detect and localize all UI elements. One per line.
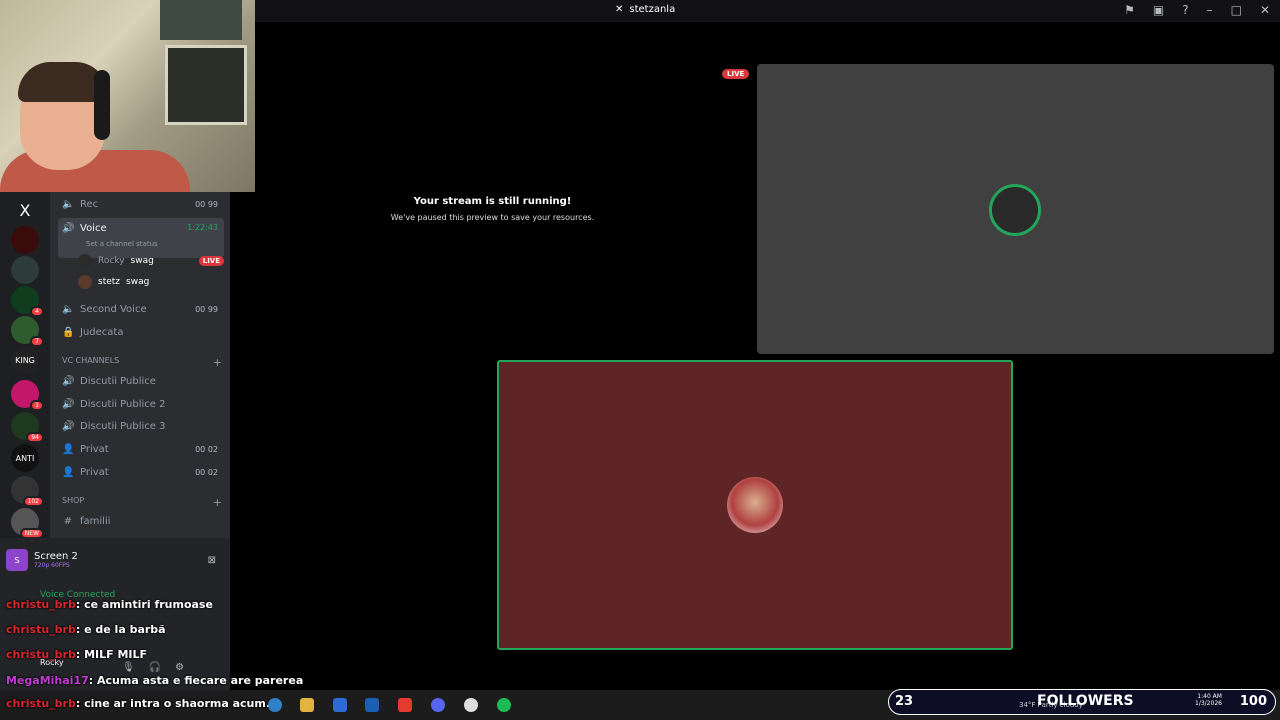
speaker-icon: 🔈: [62, 303, 75, 315]
voice-active-icon: 🔊: [62, 223, 75, 234]
spotify-icon[interactable]: [497, 698, 511, 712]
wall-picture: [165, 45, 247, 125]
server-icon[interactable]: NEW: [11, 508, 44, 539]
channel-discutii-publice-3[interactable]: 🔊 Discutii Publice 3: [58, 416, 224, 436]
channel-label: Voice: [80, 223, 107, 234]
server-rail: X 4 7 KING 1 94 ANTI 102 NEW: [0, 192, 50, 539]
participant-tile[interactable]: [757, 64, 1274, 354]
server-icon[interactable]: X: [11, 196, 39, 224]
avatar: [727, 477, 783, 533]
headphones-icon[interactable]: 🎧: [149, 662, 161, 673]
avatar: [989, 184, 1041, 236]
system-clock[interactable]: 1:40 AM 1/3/2026: [1195, 693, 1222, 707]
chat-message: christu_brb: MILF MILF: [6, 648, 148, 661]
category-shop[interactable]: SHOP +: [62, 496, 222, 509]
user-count: 00 99: [195, 199, 218, 209]
webcam-overlay: [0, 0, 255, 192]
channel-label: Rec: [80, 198, 99, 210]
followers-goal-bar: 23 34°F Partly cloudy FOLLOWERS 1:40 AM …: [888, 689, 1276, 715]
add-channel-icon[interactable]: +: [213, 496, 222, 509]
server-icon[interactable]: KING: [11, 346, 39, 374]
channel-discutii-publice[interactable]: 🔊 Discutii Publice: [58, 371, 224, 391]
server-icon[interactable]: [11, 226, 39, 254]
chat-message: christu_brb: e de la barbă: [6, 623, 166, 636]
user-panel: S Screen 2 720p 60FPS ⊠ Voice Connected …: [0, 538, 230, 690]
chat-message: christu_brb: cine ar intra o shaorma acu…: [6, 697, 279, 710]
server-icon[interactable]: 102: [11, 476, 44, 507]
chat-message: christu_brb: ce amintiri frumoase: [6, 598, 213, 611]
chat-message: MegaMihai17: Acuma asta e fiecare are pa…: [6, 674, 304, 687]
user-icon: 👤: [62, 443, 75, 455]
add-channel-icon[interactable]: +: [213, 356, 222, 369]
speaker-icon: 🔊: [62, 375, 75, 387]
channel-judecata[interactable]: 🔒 Judecata: [58, 322, 224, 342]
obs-icon[interactable]: [464, 698, 478, 712]
app-logo-icon: ✕: [615, 4, 624, 15]
server-icon[interactable]: [11, 256, 39, 284]
hash-icon: #: [63, 515, 73, 527]
lock-icon: 🔒: [62, 326, 75, 338]
wall-poster: [160, 0, 242, 40]
inbox-icon[interactable]: ▣: [1153, 3, 1164, 17]
voice-timer: 1:22:43: [187, 223, 218, 232]
help-icon[interactable]: ?: [1182, 3, 1188, 17]
stop-share-icon[interactable]: ⊠: [208, 555, 216, 566]
avatar: [78, 275, 92, 289]
live-badge: LIVE: [722, 69, 750, 79]
avatar: [78, 254, 92, 268]
category-vc-channels[interactable]: VC CHANNELS +: [62, 356, 222, 369]
minimize-button[interactable]: –: [1207, 3, 1213, 17]
paused-subtitle: We've paused this preview to save your r…: [390, 213, 595, 222]
followers-label: FOLLOWERS: [1037, 693, 1134, 709]
server-icon[interactable]: 1: [11, 380, 44, 411]
title-bar: ✕ stetzanla ⚑ ▣ ? – □ ✕: [255, 0, 1280, 22]
speaker-icon: 🔊: [62, 420, 75, 432]
server-icon[interactable]: ANTI: [11, 444, 39, 472]
live-badge: LIVE: [198, 256, 224, 266]
voice-user[interactable]: Rocky swag LIVE: [78, 252, 224, 270]
store-icon[interactable]: [333, 698, 347, 712]
screen-share-card[interactable]: S Screen 2 720p 60FPS ⊠: [6, 546, 216, 574]
server-icon[interactable]: 94: [11, 412, 44, 443]
voice-user[interactable]: stetz swag: [78, 273, 224, 291]
channel-privat[interactable]: 👤 Privat 00 02: [58, 439, 224, 459]
paused-title: Your stream is still running!: [413, 196, 572, 207]
channel-list: 🔈 Rec 00 99 🔊 Voice 1:22:43 Set a channe…: [50, 192, 230, 538]
channel-privat[interactable]: 👤 Privat 00 02: [58, 462, 224, 482]
edge-icon[interactable]: [268, 698, 282, 712]
channel-second-voice[interactable]: 🔈 Second Voice 00 99: [58, 299, 224, 319]
user-icon: 👤: [62, 466, 75, 478]
window-title: ✕ stetzanla: [615, 4, 676, 15]
speaker-icon: 🔈: [62, 198, 75, 210]
brave-icon[interactable]: [398, 698, 412, 712]
headphones: [94, 70, 110, 140]
server-icon[interactable]: 7: [11, 316, 44, 347]
speaker-icon: 🔊: [62, 398, 75, 410]
outlook-icon[interactable]: [365, 698, 379, 712]
server-icon[interactable]: 4: [11, 286, 44, 317]
screen-icon: S: [6, 549, 28, 571]
discord-icon[interactable]: [431, 698, 445, 712]
channel-familii[interactable]: # familii: [58, 511, 224, 531]
folder-icon[interactable]: [300, 698, 314, 712]
followers-current: 23: [895, 694, 914, 709]
channel-discutii-publice-2[interactable]: 🔊 Discutii Publice 2: [58, 394, 224, 414]
microphone-icon[interactable]: 🎙: [122, 662, 135, 673]
close-button[interactable]: ✕: [1260, 3, 1270, 17]
settings-icon[interactable]: ⚙: [175, 662, 184, 673]
participant-tile-speaking[interactable]: [497, 360, 1013, 650]
maximize-button[interactable]: □: [1231, 3, 1242, 17]
channel-rec[interactable]: 🔈 Rec 00 99: [58, 194, 224, 214]
channel-status-hint[interactable]: Set a channel status: [86, 240, 158, 248]
followers-goal: 100: [1239, 694, 1267, 709]
flag-icon[interactable]: ⚑: [1124, 3, 1135, 17]
